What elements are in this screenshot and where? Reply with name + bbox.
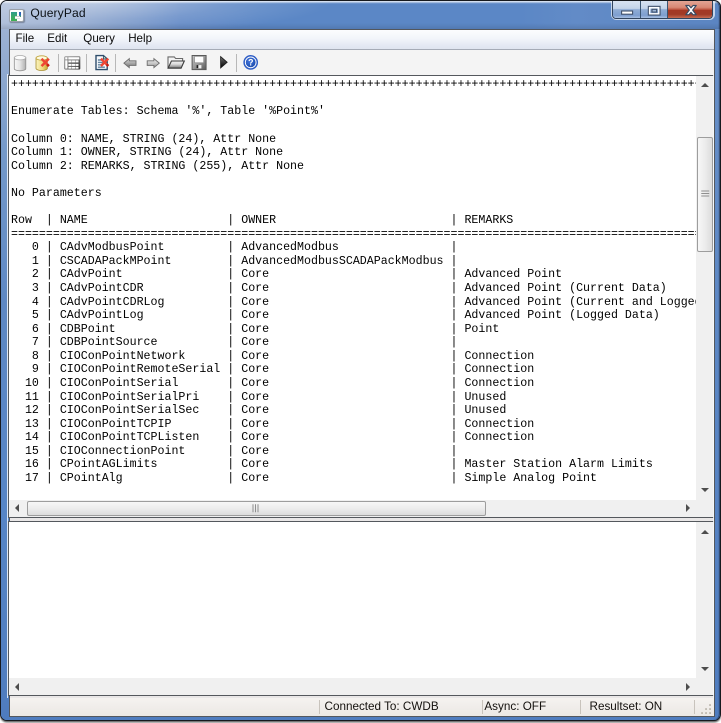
svg-text:?: ? bbox=[248, 57, 253, 67]
